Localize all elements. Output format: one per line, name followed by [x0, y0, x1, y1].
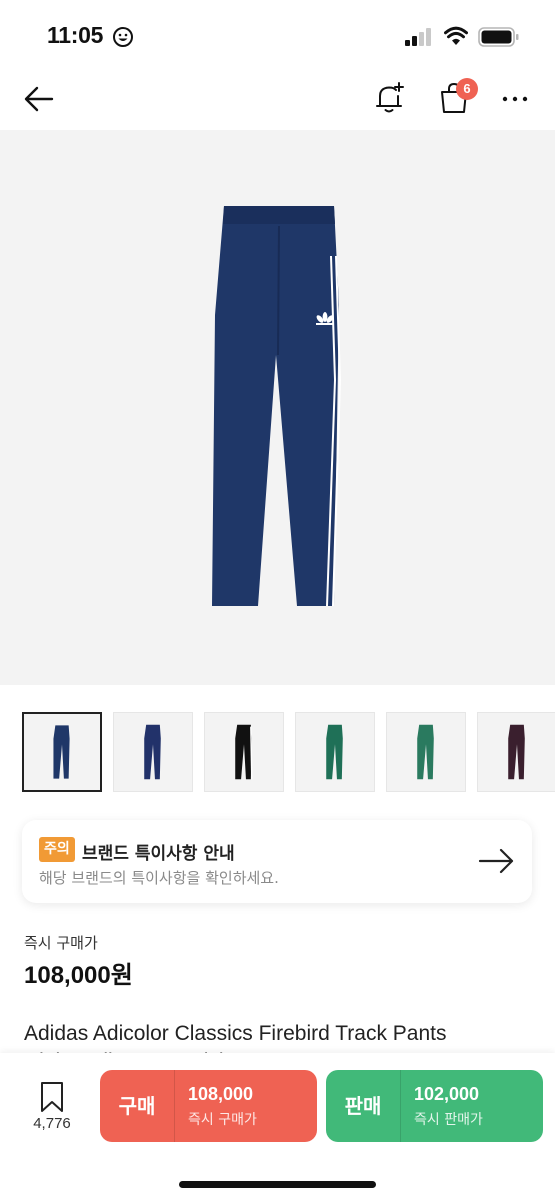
thumbnail-6[interactable] — [477, 712, 555, 792]
instant-buy-price: 108,000원 — [24, 962, 133, 989]
notification-bell-plus-icon[interactable] — [372, 80, 408, 116]
arrow-right-icon[interactable] — [477, 844, 517, 878]
sell-button-label: 판매 — [344, 1094, 382, 1118]
wishlist-count: 4,776 — [33, 1115, 71, 1132]
buy-button-label: 구매 — [118, 1094, 156, 1118]
buy-button-divider — [174, 1070, 175, 1142]
bookmark-icon — [41, 1082, 63, 1112]
product-title: Adidas Adicolor Classics Firebird Track … — [24, 1022, 447, 1045]
thumbnail-3[interactable] — [204, 712, 284, 792]
sell-button-price: 102,000 — [414, 1084, 480, 1104]
thumbnail-4[interactable] — [295, 712, 375, 792]
cellular-signal-icon — [405, 28, 431, 46]
wifi-icon — [444, 26, 468, 45]
home-indicator — [179, 1181, 376, 1188]
thumbnail-5[interactable] — [386, 712, 466, 792]
sell-button[interactable]: 판매 102,000 즉시 판매가 — [326, 1070, 543, 1142]
product-main-image[interactable] — [0, 130, 555, 685]
status-bar: 11:05 — [0, 0, 555, 70]
instant-buy-price-label: 즉시 구매가 — [24, 934, 98, 952]
battery-icon — [478, 27, 519, 47]
notice-title: 브랜드 특이사항 안내 — [82, 844, 235, 864]
back-arrow-icon[interactable] — [22, 82, 56, 116]
bottom-action-bar: 4,776 구매 108,000 즉시 구매가 판매 102,000 즉시 판매… — [0, 1053, 555, 1200]
top-nav-bar: 6 — [0, 70, 555, 130]
wishlist-button[interactable]: 4,776 — [22, 1077, 82, 1137]
notice-badge: 주의 — [39, 837, 75, 862]
cart-count-badge: 6 — [456, 78, 478, 100]
sell-button-divider — [400, 1070, 401, 1142]
buy-button[interactable]: 구매 108,000 즉시 구매가 — [100, 1070, 317, 1142]
more-dots-icon[interactable] — [500, 86, 530, 112]
buy-button-sublabel: 즉시 구매가 — [188, 1112, 257, 1128]
thumbnail-2[interactable] — [113, 712, 193, 792]
thumbnail-strip — [22, 712, 555, 792]
brand-notice-card[interactable]: 주의 브랜드 특이사항 안내 해당 브랜드의 특이사항을 확인하세요. — [22, 820, 532, 903]
notice-description: 해당 브랜드의 특이사항을 확인하세요. — [39, 869, 279, 887]
sell-button-sublabel: 즉시 판매가 — [414, 1112, 483, 1128]
status-time: 11:05 — [47, 22, 104, 48]
buy-button-price: 108,000 — [188, 1084, 254, 1104]
thumbnail-1[interactable] — [22, 712, 102, 792]
smiley-face-icon — [113, 27, 133, 47]
track-pants-image — [212, 206, 342, 607]
